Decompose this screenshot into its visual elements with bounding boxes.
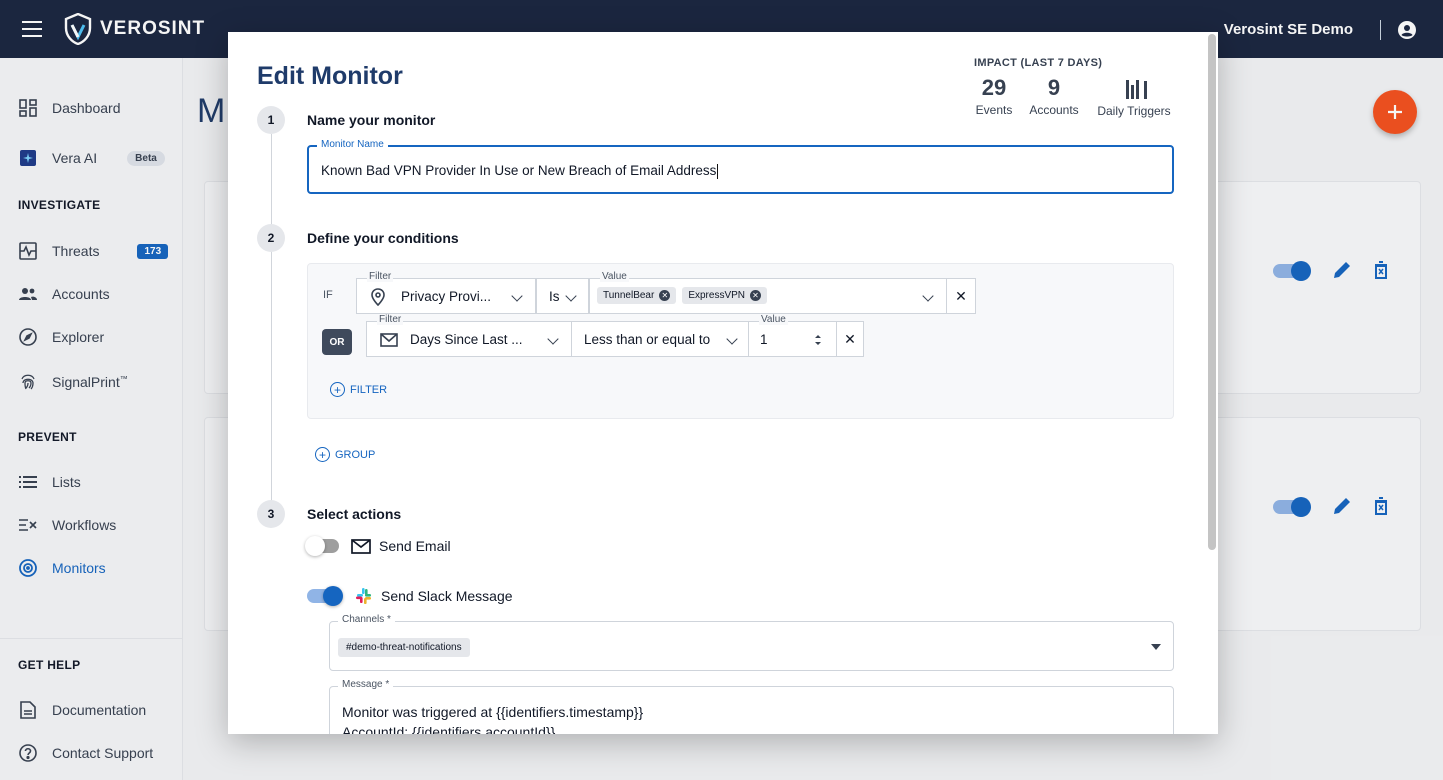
impact-title: IMPACT (LAST 7 DAYS) [974,57,1103,69]
impact-events: 29 Events [974,75,1014,117]
impact-summary: IMPACT (LAST 7 DAYS) 29 Events 9 Account… [974,57,1171,118]
field-label: Message * [338,679,394,690]
value-number-input[interactable]: Value 1 [748,314,838,357]
chevron-down-icon [922,290,934,302]
add-filter-button[interactable]: + FILTER [330,382,387,397]
step-number: 3 [257,500,285,528]
accounts-label: Accounts [1029,103,1079,117]
step-label: Define your conditions [307,230,459,246]
monitor-name-field[interactable]: Monitor Name Known Bad VPN Provider In U… [307,139,1174,194]
filter-value: Days Since Last ... [410,332,523,347]
impact-daily-triggers: Daily Triggers [1094,75,1174,118]
text-cursor [717,163,719,179]
add-filter-label: FILTER [350,383,388,396]
step-number: 1 [257,106,285,134]
message-textarea[interactable]: Message * Monitor was triggered at {{ide… [329,679,1174,734]
channel-chip: #demo-threat-notifications [338,638,470,657]
field-label: Filter [377,314,404,325]
send-email-toggle[interactable] [305,536,339,556]
chip-label: #demo-threat-notifications [346,642,462,653]
step-number: 2 [257,224,285,252]
field-label: Monitor Name [317,139,388,150]
send-email-action: Send Email [305,536,451,556]
or-operator-chip[interactable]: OR [322,329,352,355]
toggle-knob [305,536,325,556]
step-label: Select actions [307,506,402,522]
field-label: Value [759,314,788,325]
accounts-value: 9 [1047,75,1061,100]
events-value: 29 [981,75,1007,100]
operator-value: Is [549,289,560,304]
message-content: Monitor was triggered at {{identifiers.t… [342,702,643,734]
monitor-name-input[interactable]: Known Bad VPN Provider In Use or New Bre… [321,163,719,179]
operator-select[interactable]: Is [536,278,589,314]
value-chip: ExpressVPN ✕ [682,287,768,304]
dropdown-arrow-icon [1151,644,1161,650]
send-email-label: Send Email [379,538,451,554]
condition-group: IF Filter Privacy Provi... Is Value Tunn… [307,263,1174,419]
chevron-down-icon [511,290,523,302]
dialog-title: Edit Monitor [257,62,403,90]
mail-icon [380,333,398,347]
remove-chip-icon[interactable]: ✕ [659,290,671,301]
channels-select[interactable]: Channels * #demo-threat-notifications [329,614,1174,671]
add-circle-icon: + [330,382,345,397]
chevron-down-icon [547,333,559,345]
add-group-button[interactable]: + GROUP [315,447,375,462]
stepper-icon[interactable] [813,333,823,347]
toggle-knob [323,586,343,606]
chevron-down-icon [726,333,738,345]
add-group-label: GROUP [335,448,376,461]
chip-label: ExpressVPN [688,290,746,301]
edit-monitor-dialog: Edit Monitor IMPACT (LAST 7 DAYS) 29 Eve… [228,32,1218,734]
chip-label: TunnelBear [603,290,655,301]
chevron-down-icon [565,290,577,302]
field-label: Filter [367,271,394,282]
add-circle-icon: + [315,447,330,462]
step-label: Name your monitor [307,112,436,128]
value-chips: TunnelBear ✕ ExpressVPN ✕ [597,287,773,304]
remove-filter-button[interactable]: ✕ [836,321,864,357]
events-label: Events [975,103,1013,117]
remove-chip-icon[interactable]: ✕ [750,290,762,301]
value-multiselect[interactable]: Value TunnelBear ✕ ExpressVPN ✕ [589,271,947,314]
filter-select[interactable]: Filter Days Since Last ... [366,314,572,357]
location-pin-icon [371,288,385,306]
if-label: IF [323,289,333,301]
modal-scrollbar[interactable] [1208,34,1216,550]
slack-icon [356,588,371,604]
send-slack-toggle[interactable] [307,586,343,606]
message-line: AccountId: {{identifiers.accountId}} [342,724,556,734]
step-connector [271,134,272,506]
message-line: Monitor was triggered at {{identifiers.t… [342,704,644,720]
daily-triggers-sparkline [1126,80,1147,99]
field-label: Value [600,271,629,282]
daily-triggers-label: Daily Triggers [1097,104,1171,118]
number-value: 1 [760,332,768,347]
monitor-name-value: Known Bad VPN Provider In Use or New Bre… [321,163,717,178]
field-label: Channels * [338,614,395,625]
send-slack-action: Send Slack Message [307,586,513,606]
value-chip: TunnelBear ✕ [597,287,677,304]
mail-icon [351,538,371,554]
operator-select[interactable]: Less than or equal to [571,321,749,357]
impact-accounts: 9 Accounts [1026,75,1082,117]
filter-select[interactable]: Filter Privacy Provi... [356,271,536,314]
remove-filter-button[interactable]: ✕ [946,278,976,314]
filter-value: Privacy Provi... [401,289,492,304]
send-slack-label: Send Slack Message [381,588,513,604]
operator-value: Less than or equal to [584,332,711,347]
